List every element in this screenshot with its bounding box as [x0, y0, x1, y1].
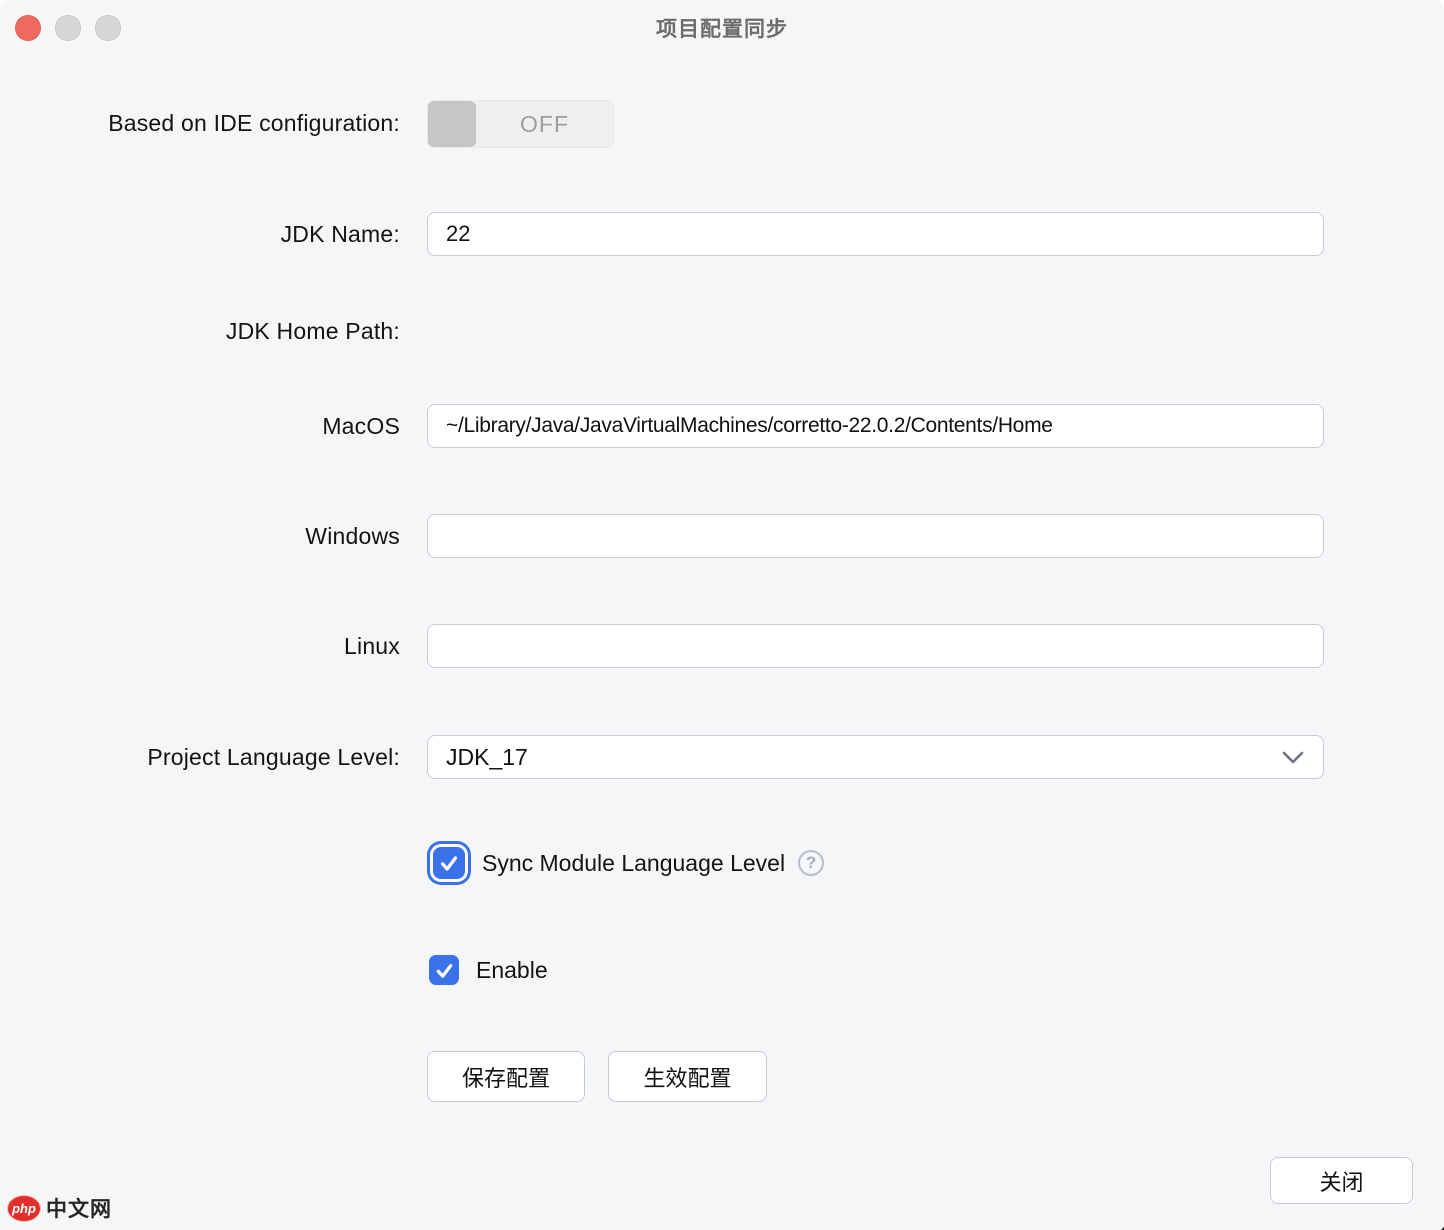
checkmark-icon [434, 960, 455, 981]
language-level-label: Project Language Level: [0, 744, 400, 771]
watermark-text: 中文网 [46, 1193, 112, 1223]
row-jdk-home: JDK Home Path: [0, 318, 1444, 348]
jdk-name-input[interactable] [427, 212, 1324, 256]
php-logo-icon: php [7, 1195, 41, 1222]
sync-module-label: Sync Module Language Level [482, 850, 785, 877]
sync-module-checkbox[interactable] [433, 847, 465, 879]
window-title: 项目配置同步 [0, 0, 1444, 56]
enable-checkbox[interactable] [429, 955, 459, 985]
ide-config-toggle[interactable]: OFF [427, 100, 614, 148]
linux-label: Linux [0, 633, 400, 660]
toggle-knob[interactable] [428, 101, 476, 147]
enable-label: Enable [476, 957, 548, 984]
toggle-state-label: OFF [476, 101, 613, 147]
chevron-down-icon [1279, 749, 1307, 767]
apply-config-button[interactable]: 生效配置 [608, 1051, 767, 1102]
windows-label: Windows [0, 523, 400, 550]
row-windows: Windows [0, 514, 1444, 558]
macos-path-input[interactable] [427, 404, 1324, 448]
row-sync-module: Sync Module Language Level ? [433, 845, 824, 881]
row-language-level: Project Language Level: JDK_17 [0, 735, 1444, 779]
checkmark-icon [438, 852, 460, 874]
jdk-name-label: JDK Name: [0, 221, 400, 248]
row-linux: Linux [0, 624, 1444, 668]
row-ide-config: Based on IDE configuration: OFF [0, 100, 1444, 148]
jdk-home-label: JDK Home Path: [0, 318, 400, 345]
row-enable: Enable [429, 955, 548, 985]
screen-corner-artifact [1398, 1182, 1444, 1230]
language-level-select[interactable]: JDK_17 [427, 735, 1324, 779]
linux-path-input[interactable] [427, 624, 1324, 668]
titlebar: 项目配置同步 [0, 0, 1444, 56]
row-jdk-name: JDK Name: [0, 212, 1444, 256]
language-level-value: JDK_17 [446, 744, 528, 771]
save-config-button[interactable]: 保存配置 [427, 1051, 585, 1102]
row-macos: MacOS [0, 404, 1444, 448]
windows-path-input[interactable] [427, 514, 1324, 558]
macos-label: MacOS [0, 413, 400, 440]
help-icon[interactable]: ? [798, 850, 824, 876]
site-watermark: php 中文网 [7, 1193, 112, 1223]
close-button[interactable]: 关闭 [1270, 1157, 1413, 1204]
dialog-window: 项目配置同步 Based on IDE configuration: OFF J… [0, 0, 1444, 1230]
ide-config-label: Based on IDE configuration: [0, 110, 400, 137]
